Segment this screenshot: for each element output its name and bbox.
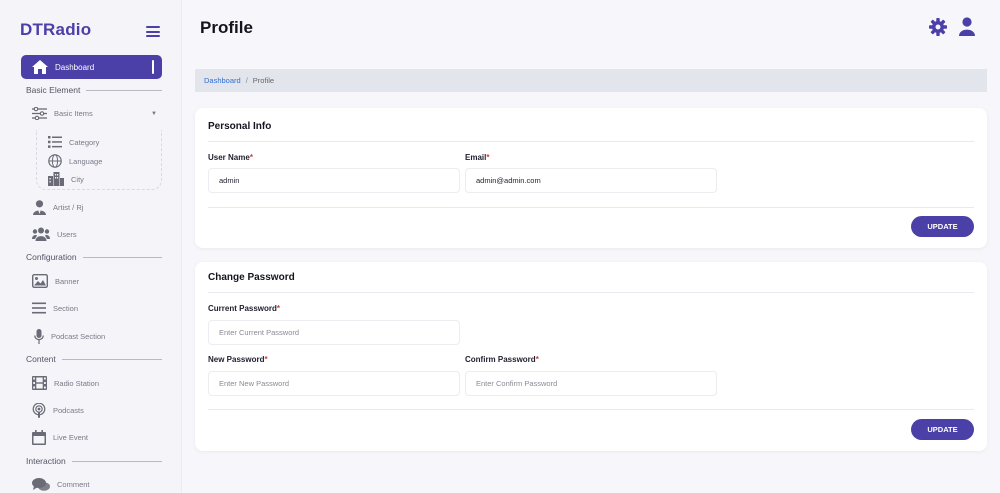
username-input[interactable]: admin: [208, 168, 460, 193]
home-icon: [32, 60, 48, 74]
section-label: Interaction: [26, 456, 66, 466]
chevron-down-icon[interactable]: ▼: [151, 111, 157, 117]
sidebar-item-label: Podcasts: [53, 406, 84, 415]
sidebar: DTRadio Dashboard Basic Element Basic It…: [0, 0, 182, 493]
current-password-input[interactable]: Enter Current Password: [208, 320, 460, 345]
required-mark: *: [276, 304, 281, 313]
card-title: Personal Info: [208, 121, 272, 132]
sidebar-item-section[interactable]: Section: [32, 302, 78, 314]
image-icon: [32, 274, 48, 288]
brand-logo: DTRadio: [20, 20, 92, 39]
sidebar-item-city[interactable]: City: [48, 172, 84, 186]
sidebar-item-label: Banner: [55, 276, 80, 286]
microphone-icon: [34, 329, 44, 344]
users-icon: [32, 227, 50, 241]
new-password-label: New Password*: [208, 355, 268, 364]
sidebar-item-label: Users: [57, 229, 77, 239]
section-interaction: Interaction: [26, 456, 162, 466]
sidebar-item-radio-station[interactable]: Radio Station: [32, 376, 99, 390]
sidebar-item-users[interactable]: Users: [32, 227, 77, 241]
sidebar-item-label: Podcast Section: [51, 332, 106, 341]
sidebar-item-banner[interactable]: Banner: [32, 274, 79, 288]
card-title: Change Password: [208, 272, 295, 283]
film-icon: [32, 376, 47, 390]
section-label: Content: [26, 354, 56, 364]
sidebar-item-label: Radio Station: [54, 378, 100, 388]
podcast-icon: [32, 403, 46, 418]
username-label: User Name*: [208, 153, 253, 162]
section-basic-element: Basic Element: [26, 85, 162, 95]
comments-icon: [32, 477, 50, 492]
required-mark: *: [535, 355, 539, 364]
sidebar-item-live-event[interactable]: Live Event: [32, 430, 88, 445]
sidebar-item-artist[interactable]: Artist / Rj: [33, 200, 83, 215]
sidebar-item-label: Section: [53, 303, 79, 313]
divider: [208, 292, 974, 293]
breadcrumb-current: Profile: [252, 76, 275, 85]
calendar-icon: [32, 430, 46, 445]
section-configuration: Configuration: [26, 252, 162, 262]
sidebar-item-label: Category: [69, 137, 100, 147]
sidebar-item-label: Basic Items: [54, 109, 93, 118]
page-title: Profile: [200, 18, 253, 37]
globe-icon: [48, 154, 62, 168]
divider: [208, 409, 974, 410]
hamburger-menu-icon[interactable]: [146, 26, 160, 37]
active-indicator: [152, 60, 154, 74]
sidebar-item-label: Live Event: [53, 433, 89, 442]
required-mark: *: [264, 355, 268, 364]
building-icon: [48, 172, 64, 186]
sidebar-item-label: Dashboard: [55, 62, 95, 72]
user-profile-icon[interactable]: [959, 17, 975, 41]
section-label: Configuration: [26, 252, 77, 262]
change-password-card: Change Password Current Password* Enter …: [195, 262, 987, 451]
breadcrumb-link-dashboard[interactable]: Dashboard: [204, 76, 241, 85]
confirm-password-label: Confirm Password*: [465, 355, 539, 364]
menu-icon: [32, 302, 46, 314]
update-profile-button[interactable]: UPDATE: [911, 216, 974, 237]
sidebar-item-category[interactable]: Category: [48, 136, 99, 148]
sidebar-item-language[interactable]: Language: [48, 154, 102, 168]
current-password-label: Current Password*: [208, 304, 281, 313]
update-password-button[interactable]: UPDATE: [911, 419, 974, 440]
personal-info-card: Personal Info User Name* admin Email* ad…: [195, 108, 987, 248]
divider: [208, 207, 974, 208]
sidebar-item-podcasts[interactable]: Podcasts: [32, 403, 84, 418]
user-tie-icon: [33, 200, 46, 215]
new-password-input[interactable]: Enter New Password: [208, 371, 460, 396]
sidebar-item-podcast-section[interactable]: Podcast Section: [34, 329, 105, 344]
sliders-icon: [32, 107, 47, 120]
divider: [208, 141, 974, 142]
sidebar-item-comment[interactable]: Comment: [32, 477, 90, 492]
section-content: Content: [26, 354, 162, 364]
sidebar-item-label: Artist / Rj: [53, 203, 84, 212]
gear-icon[interactable]: [929, 18, 947, 41]
required-mark: *: [249, 153, 253, 162]
email-input[interactable]: admin@admin.com: [465, 168, 717, 193]
sidebar-item-label: Comment: [57, 480, 90, 489]
sidebar-item-label: Language: [69, 156, 103, 166]
breadcrumb: Dashboard / Profile: [195, 69, 987, 92]
confirm-password-input[interactable]: Enter Confirm Password: [465, 371, 717, 396]
list-icon: [48, 136, 62, 148]
breadcrumb-separator: /: [245, 76, 248, 85]
sidebar-item-label: City: [71, 174, 84, 184]
sidebar-item-basic-items[interactable]: Basic Items: [32, 107, 93, 120]
required-mark: *: [486, 153, 490, 162]
section-label: Basic Element: [26, 85, 81, 95]
sidebar-item-dashboard[interactable]: Dashboard: [21, 55, 162, 79]
email-label: Email*: [465, 153, 490, 162]
